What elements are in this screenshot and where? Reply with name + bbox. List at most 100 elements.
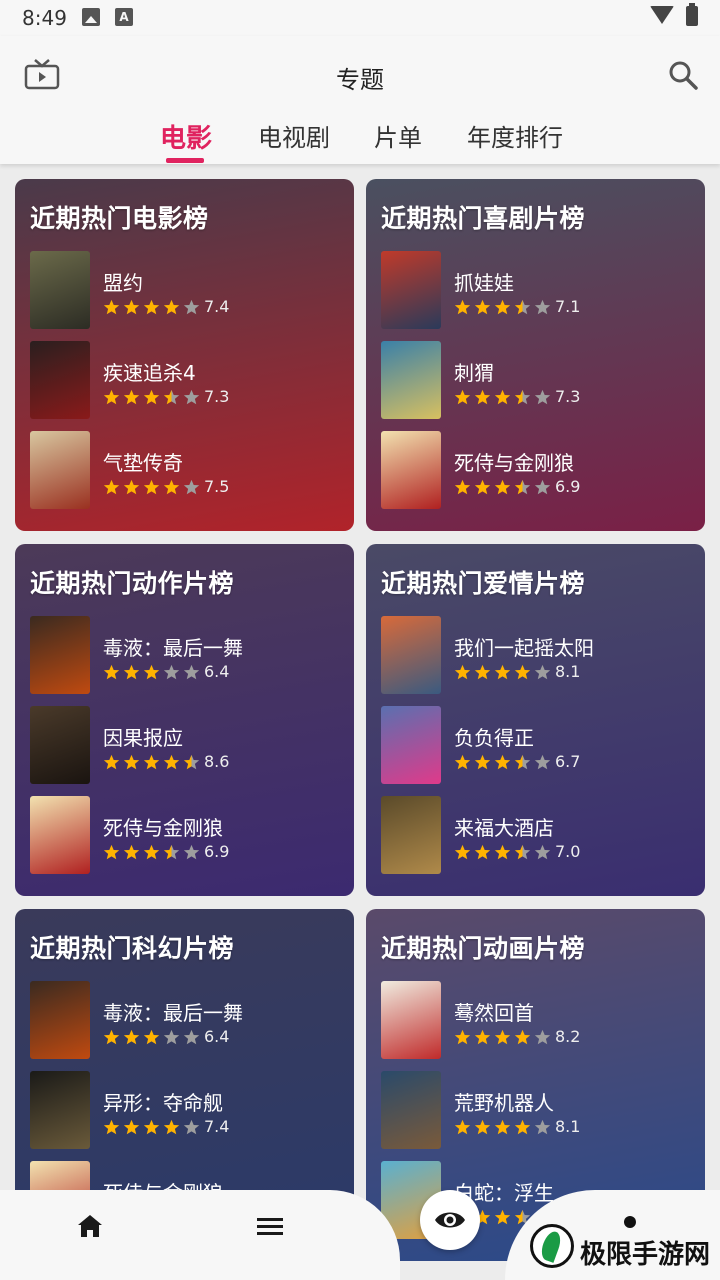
topic-card[interactable]: 近期热门喜剧片榜抓娃娃 7.1 刺猬 7.3 死侍与金刚狼 6.9 (366, 179, 705, 531)
rating-score: 6.9 (555, 477, 581, 496)
star-icon (534, 1119, 551, 1135)
star-icon (103, 479, 120, 495)
star-icon (123, 389, 140, 405)
movie-item[interactable]: 负负得正 6.7 (381, 706, 701, 784)
movie-item[interactable]: 我们一起摇太阳 8.1 (381, 616, 701, 694)
search-icon[interactable] (666, 58, 700, 92)
star-icon (494, 299, 511, 315)
star-icon (514, 1119, 531, 1135)
movie-item[interactable]: 死侍与金刚狼 6.9 (30, 796, 350, 874)
page-title: 专题 (336, 66, 384, 94)
movie-title: 抓娃娃 (454, 271, 514, 295)
movie-item[interactable]: 异形：夺命舰 7.4 (30, 1071, 350, 1149)
star-icon (514, 664, 531, 680)
star-icon (183, 664, 200, 680)
star-icon (474, 479, 491, 495)
star-icon (163, 389, 180, 405)
movie-item[interactable]: 死侍与金刚狼 6.9 (381, 431, 701, 509)
movie-item[interactable]: 刺猬 7.3 (381, 341, 701, 419)
star-icon (534, 299, 551, 315)
movie-item[interactable]: 毒液：最后一舞 6.4 (30, 616, 350, 694)
movie-item[interactable]: 抓娃娃 7.1 (381, 251, 701, 329)
status-bar: 8:49 A (0, 0, 720, 36)
rating-score: 6.7 (555, 752, 581, 771)
watermark-logo (530, 1224, 574, 1268)
star-icon (454, 299, 471, 315)
tab-movies[interactable]: 电影 (160, 118, 212, 155)
star-icon (183, 844, 200, 860)
star-icon (183, 479, 200, 495)
wifi-icon (650, 6, 674, 24)
movie-poster (30, 981, 90, 1059)
movie-poster (30, 616, 90, 694)
movie-title: 死侍与金刚狼 (103, 816, 223, 840)
rating-score: 7.4 (204, 297, 230, 316)
star-icon (143, 1119, 160, 1135)
star-icon (103, 389, 120, 405)
movie-item[interactable]: 盟约 7.4 (30, 251, 350, 329)
star-icon (163, 754, 180, 770)
topic-card[interactable]: 近期热门爱情片榜 我们一起摇太阳 8.1 负负得正 6.7 来福大酒店 7.0 (366, 544, 705, 896)
star-icon (183, 754, 200, 770)
star-icon (123, 1029, 140, 1045)
rating-score: 6.4 (204, 662, 230, 681)
card-title: 近期热门动画片榜 (381, 934, 586, 963)
star-icon (143, 299, 160, 315)
topic-card[interactable]: 近期热门电影榜盟约 7.4 疾速追杀4 7.3 气垫传奇 7.5 (15, 179, 354, 531)
battery-icon (686, 3, 698, 26)
rating-score: 7.1 (555, 297, 581, 316)
rating-score: 7.0 (555, 842, 581, 861)
movie-poster (381, 1071, 441, 1149)
app-screen: 8:49 A 专题 电影 电视剧 片单 年度排行 近期热门电影榜盟约 7.4 疾速追… (0, 0, 720, 1280)
star-icon (103, 1119, 120, 1135)
nav-bar-left (0, 1190, 400, 1280)
star-icon (514, 754, 531, 770)
star-icon (454, 1029, 471, 1045)
tab-tv-series[interactable]: 电视剧 (258, 118, 330, 153)
star-icon (494, 1119, 511, 1135)
home-icon[interactable] (76, 1212, 104, 1240)
card-title: 近期热门喜剧片榜 (381, 204, 586, 233)
movie-title: 来福大酒店 (454, 816, 554, 840)
topic-card[interactable]: 近期热门动作片榜 毒液：最后一舞 6.4 因果报应 8.6 死侍与金刚狼 6.9 (15, 544, 354, 896)
movie-item[interactable]: 荒野机器人 8.1 (381, 1071, 701, 1149)
rating-score: 7.3 (204, 387, 230, 406)
movie-item[interactable]: 疾速追杀4 7.3 (30, 341, 350, 419)
star-icon (474, 1029, 491, 1045)
star-icon (454, 754, 471, 770)
movie-title: 蓦然回首 (454, 1001, 534, 1025)
movie-item[interactable]: 蓦然回首 8.2 (381, 981, 701, 1059)
card-title: 近期热门电影榜 (30, 204, 209, 233)
list-icon[interactable] (257, 1216, 283, 1238)
star-icon (163, 479, 180, 495)
star-icon (494, 479, 511, 495)
movie-title: 我们一起摇太阳 (454, 636, 594, 660)
discover-button[interactable] (420, 1190, 480, 1250)
star-icon (143, 1029, 160, 1045)
movie-poster (30, 706, 90, 784)
movie-item[interactable]: 毒液：最后一舞 6.4 (30, 981, 350, 1059)
movie-item[interactable]: 气垫传奇 7.5 (30, 431, 350, 509)
star-icon (123, 844, 140, 860)
star-icon (494, 664, 511, 680)
star-icon (163, 1029, 180, 1045)
movie-poster (381, 706, 441, 784)
star-icon (454, 479, 471, 495)
rating-score: 8.1 (555, 662, 581, 681)
star-icon (183, 1029, 200, 1045)
star-icon (103, 664, 120, 680)
a-notification-icon: A (115, 8, 133, 26)
star-icon (183, 299, 200, 315)
star-icon (534, 389, 551, 405)
star-icon (163, 664, 180, 680)
star-icon (123, 299, 140, 315)
star-icon (514, 1029, 531, 1045)
dot-icon[interactable] (624, 1216, 636, 1228)
movie-item[interactable]: 因果报应 8.6 (30, 706, 350, 784)
star-icon (534, 754, 551, 770)
card-title: 近期热门科幻片榜 (30, 934, 235, 963)
tab-annual-ranking[interactable]: 年度排行 (467, 118, 563, 153)
movie-title: 毒液：最后一舞 (103, 636, 243, 660)
tab-lists[interactable]: 片单 (374, 118, 422, 153)
movie-item[interactable]: 来福大酒店 7.0 (381, 796, 701, 874)
